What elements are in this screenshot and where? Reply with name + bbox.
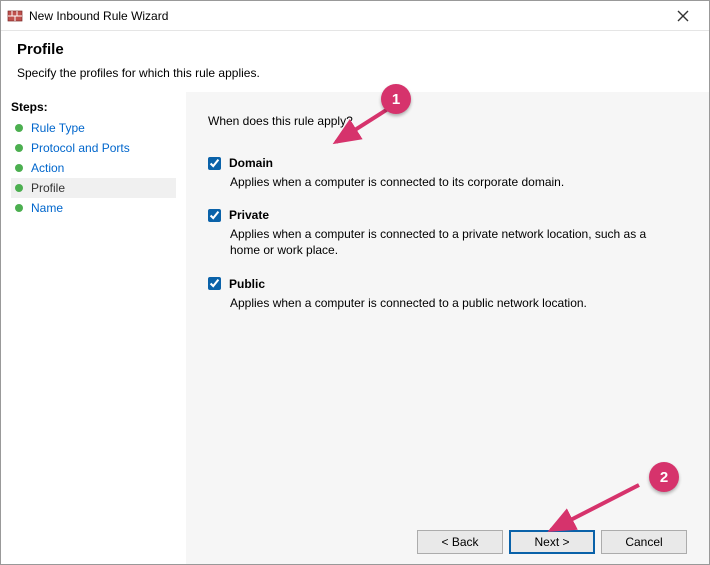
- step-profile[interactable]: Profile: [11, 178, 176, 198]
- step-name[interactable]: Name: [11, 198, 176, 218]
- wizard-content: When does this rule apply? Domain Applie…: [186, 92, 709, 564]
- private-checkbox[interactable]: [208, 209, 221, 222]
- step-action[interactable]: Action: [11, 158, 176, 178]
- step-label: Protocol and Ports: [31, 141, 130, 155]
- domain-description: Applies when a computer is connected to …: [230, 174, 650, 190]
- wizard-header: Profile Specify the profiles for which t…: [1, 31, 709, 92]
- domain-label: Domain: [229, 156, 273, 170]
- option-public-row[interactable]: Public: [208, 277, 687, 291]
- step-protocol-and-ports[interactable]: Protocol and Ports: [11, 138, 176, 158]
- private-label: Private: [229, 208, 269, 222]
- public-description: Applies when a computer is connected to …: [230, 295, 650, 311]
- option-private-row[interactable]: Private: [208, 208, 687, 222]
- option-domain: Domain Applies when a computer is connec…: [208, 156, 687, 190]
- step-bullet-icon: [15, 184, 23, 192]
- public-checkbox[interactable]: [208, 277, 221, 290]
- callout-1: 1: [381, 84, 411, 114]
- close-button[interactable]: [663, 2, 703, 30]
- question-text: When does this rule apply?: [208, 114, 687, 128]
- callout-2: 2: [649, 462, 679, 492]
- step-label: Rule Type: [31, 121, 85, 135]
- wizard-window: New Inbound Rule Wizard Profile Specify …: [0, 0, 710, 565]
- option-domain-row[interactable]: Domain: [208, 156, 687, 170]
- public-label: Public: [229, 277, 265, 291]
- steps-sidebar: Steps: Rule Type Protocol and Ports Acti…: [1, 92, 186, 564]
- domain-checkbox[interactable]: [208, 157, 221, 170]
- next-button[interactable]: Next >: [509, 530, 595, 554]
- steps-title: Steps:: [11, 100, 176, 114]
- cancel-button[interactable]: Cancel: [601, 530, 687, 554]
- step-label: Name: [31, 201, 63, 215]
- private-description: Applies when a computer is connected to …: [230, 226, 650, 258]
- step-bullet-icon: [15, 204, 23, 212]
- step-rule-type[interactable]: Rule Type: [11, 118, 176, 138]
- step-label: Profile: [31, 181, 65, 195]
- page-subtitle: Specify the profiles for which this rule…: [17, 66, 693, 80]
- step-label: Action: [31, 161, 64, 175]
- titlebar: New Inbound Rule Wizard: [1, 1, 709, 31]
- step-bullet-icon: [15, 124, 23, 132]
- wizard-footer: < Back Next > Cancel: [208, 520, 687, 554]
- option-private: Private Applies when a computer is conne…: [208, 208, 687, 258]
- firewall-icon: [7, 8, 23, 24]
- step-bullet-icon: [15, 164, 23, 172]
- page-title: Profile: [17, 41, 693, 58]
- window-title: New Inbound Rule Wizard: [29, 9, 663, 23]
- option-public: Public Applies when a computer is connec…: [208, 277, 687, 311]
- step-bullet-icon: [15, 144, 23, 152]
- back-button[interactable]: < Back: [417, 530, 503, 554]
- wizard-body: Steps: Rule Type Protocol and Ports Acti…: [1, 92, 709, 564]
